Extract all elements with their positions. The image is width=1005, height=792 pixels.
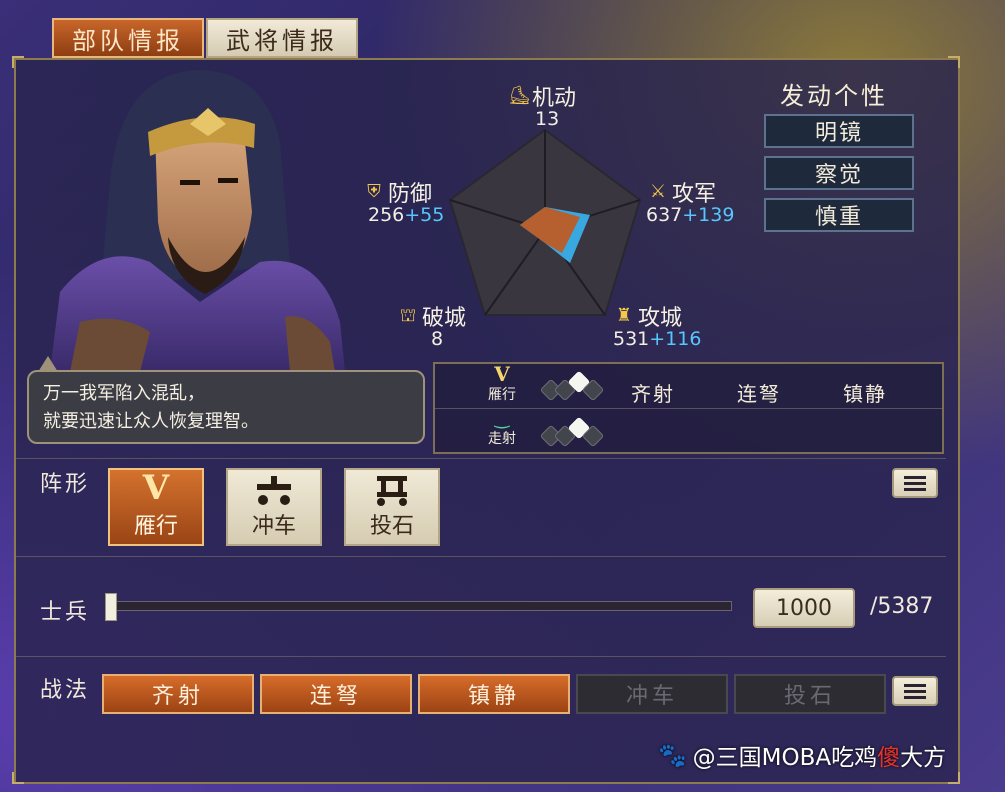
- wild-geese-icon: V: [142, 468, 170, 508]
- stat-defense-value: 256+55: [368, 204, 445, 226]
- stat-break-value: 8: [431, 328, 444, 350]
- sword-icon: ⚔: [649, 181, 667, 202]
- boot-icon: ⛸: [508, 85, 531, 106]
- skirmish-icon: ‿: [494, 408, 510, 429]
- watermark-prefix: @三国MOBA吃鸡: [692, 745, 878, 771]
- formation-option-label: 冲车: [251, 514, 296, 539]
- divider: [435, 408, 942, 409]
- panel-corner-ornament: [12, 56, 24, 68]
- catapult-icon: [377, 476, 407, 506]
- troops-label: 士兵: [40, 600, 91, 625]
- formation-option-label: 雁行: [133, 514, 178, 539]
- castle-icon: ♜: [615, 305, 633, 326]
- formation-range-indicator: [539, 416, 605, 448]
- tactics-label: 战法: [40, 678, 91, 703]
- formation-skill-name: 齐射: [631, 382, 675, 406]
- tactic-button[interactable]: 镇静: [418, 674, 570, 714]
- formation-label: 阵形: [40, 472, 91, 497]
- formation-row-name: 雁行: [488, 387, 516, 403]
- formation-row-icon: V 雁行: [485, 364, 519, 404]
- fort-icon: ⛫: [399, 305, 417, 326]
- formation-skill-name: 连弩: [737, 382, 781, 406]
- watermark: 🐾 @三国MOBA吃鸡傻大方: [658, 738, 946, 772]
- speech-bubble: 万一我军陷入混乱， 就要迅速让众人恢复理智。: [27, 370, 425, 444]
- paw-icon: 🐾: [658, 742, 687, 769]
- personality-item[interactable]: 明镜: [764, 114, 914, 148]
- personality-item[interactable]: 慎重: [764, 198, 914, 232]
- stat-attack-value: 637+139: [646, 204, 735, 226]
- personality-item[interactable]: 察觉: [764, 156, 914, 190]
- general-portrait: [50, 70, 345, 372]
- battering-ram-icon: [257, 476, 291, 505]
- tab-unit-info[interactable]: 部队情报: [52, 18, 204, 58]
- stats-radar-chart: [448, 128, 642, 316]
- list-icon: [904, 476, 926, 491]
- shield-icon: ⛨: [367, 181, 381, 202]
- watermark-accent: 傻: [877, 745, 901, 771]
- dialogue-line-1: 万一我军陷入混乱，: [43, 383, 205, 404]
- formation-skill-box: V 雁行 齐射 连弩 镇静 ‿ 走射: [433, 362, 944, 454]
- tactic-button-disabled[interactable]: 冲车: [576, 674, 728, 714]
- personality-title: 发动个性: [780, 82, 888, 110]
- dialogue-line-2: 就要迅速让众人恢复理智。: [43, 411, 259, 432]
- tab-general-info[interactable]: 武将情报: [206, 18, 358, 58]
- stat-siege-value: 531+116: [613, 328, 702, 350]
- formation-row-icon: ‿ 走射: [485, 410, 519, 448]
- formation-option-wild-geese[interactable]: V 雁行: [108, 468, 204, 546]
- watermark-suffix: 大方: [900, 745, 947, 771]
- formation-list-button[interactable]: [892, 468, 938, 498]
- divider: [16, 556, 946, 557]
- stat-mobility-value: 13: [535, 108, 560, 130]
- formation-option-catapult[interactable]: 投石: [344, 468, 440, 546]
- formation-option-battering-ram[interactable]: 冲车: [226, 468, 322, 546]
- panel-corner-ornament: [12, 772, 24, 784]
- troops-count-input[interactable]: 1000: [753, 588, 855, 628]
- troops-slider-thumb[interactable]: [105, 593, 117, 621]
- stat-break-label: 破城: [422, 306, 467, 331]
- list-icon: [904, 684, 926, 699]
- tactic-button[interactable]: 齐射: [102, 674, 254, 714]
- troops-slider-track[interactable]: [107, 601, 732, 611]
- formation-option-label: 投石: [369, 514, 414, 539]
- wild-geese-icon: V: [494, 362, 510, 386]
- panel-corner-ornament: [948, 56, 960, 68]
- divider: [16, 656, 946, 657]
- troops-max: /5387: [870, 594, 934, 619]
- formation-range-indicator: [539, 370, 605, 402]
- panel-corner-ornament: [948, 772, 960, 784]
- tactic-button[interactable]: 连弩: [260, 674, 412, 714]
- tactics-list-button[interactable]: [892, 676, 938, 706]
- tactic-button-disabled[interactable]: 投石: [734, 674, 886, 714]
- divider: [16, 458, 946, 459]
- formation-skill-name: 镇静: [843, 382, 887, 406]
- formation-row-name: 走射: [488, 431, 516, 447]
